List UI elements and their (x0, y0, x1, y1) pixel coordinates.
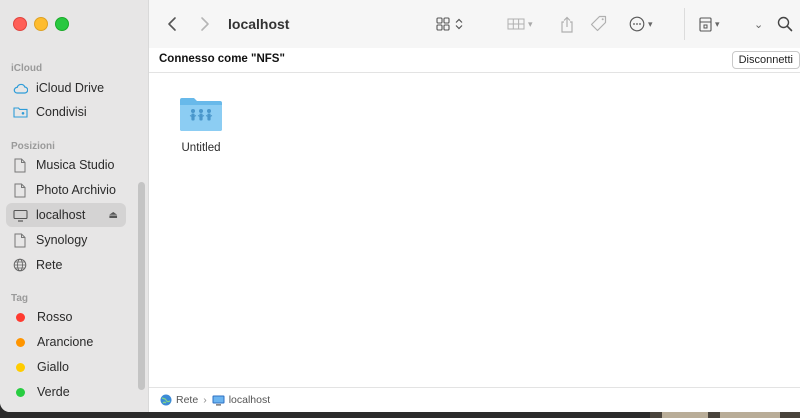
grid-view-icon (436, 17, 450, 31)
network-globe-icon (160, 394, 172, 406)
sidebar-section-tag: Tag (11, 293, 29, 304)
chevron-down-icon: ▾ (528, 18, 533, 29)
server-share-icon (699, 16, 712, 32)
tag-button[interactable] (590, 0, 608, 48)
forward-button[interactable] (200, 0, 210, 48)
window-title: localhost (228, 16, 290, 32)
search-icon (777, 16, 793, 32)
window-controls (13, 17, 69, 31)
sidebar-item-label: Rete (36, 258, 63, 272)
display-icon (12, 207, 28, 223)
sidebar-item-photo-archivio[interactable]: Photo Archivio (6, 178, 126, 202)
sidebar-item-icloud-drive[interactable]: iCloud Drive (6, 76, 126, 100)
shared-folder-icon (180, 98, 222, 131)
path-separator-icon: › (203, 394, 207, 406)
sidebar-item-synology[interactable]: Synology (6, 228, 126, 252)
sidebar-item-label: Photo Archivio (36, 183, 116, 197)
close-button[interactable] (13, 17, 27, 31)
cloud-icon (12, 80, 28, 96)
back-button[interactable] (167, 0, 177, 48)
sidebar-item-label: Verde (37, 385, 70, 399)
connection-bar: Connesso come "NFS" Disconnetti (149, 48, 800, 73)
share-icon (561, 16, 573, 33)
toolbar: localhost ▾ ▾ ▾ ⌄ (149, 0, 800, 49)
sidebar-tag-arancione[interactable]: Arancione (6, 330, 126, 354)
document-icon (12, 182, 28, 198)
sidebar-scrollbar[interactable] (138, 182, 145, 390)
chevron-updown-icon (455, 18, 463, 30)
tag-color-dot (16, 362, 25, 372)
connect-as-button[interactable]: ▾ (699, 0, 720, 48)
sidebar: iCloud iCloud Drive Condivisi Posizioni … (0, 0, 149, 412)
tag-color-dot (16, 387, 25, 397)
path-segment-localhost[interactable]: localhost (212, 394, 270, 406)
sidebar-section-posizioni: Posizioni (11, 141, 55, 152)
chevron-down-icon: ▾ (648, 18, 653, 29)
sidebar-item-localhost[interactable]: localhost ⏏ (6, 203, 126, 227)
file-browser: Untitled (149, 73, 800, 386)
toolbar-overflow-button[interactable]: ⌄ (751, 0, 763, 48)
shared-folder-icon (12, 104, 28, 120)
tag-color-dot (16, 312, 25, 322)
document-icon (12, 232, 28, 248)
minimize-button[interactable] (34, 17, 48, 31)
document-icon (12, 157, 28, 173)
tag-color-dot (16, 337, 25, 347)
sidebar-item-label: localhost (36, 208, 86, 222)
display-icon (212, 395, 225, 405)
ellipsis-circle-icon (629, 16, 645, 32)
sidebar-item-label: Arancione (37, 335, 94, 349)
sidebar-item-condivisi[interactable]: Condivisi (6, 100, 126, 124)
sidebar-item-label: Rosso (37, 310, 73, 324)
group-button[interactable]: ▾ (507, 0, 533, 48)
finder-window: iCloud iCloud Drive Condivisi Posizioni … (0, 0, 800, 412)
sidebar-item-label: Synology (36, 233, 88, 247)
tag-icon (590, 15, 607, 32)
chevron-right-icon (201, 17, 209, 31)
sidebar-item-rete[interactable]: Rete (6, 253, 126, 277)
path-bar: Rete › localhost (149, 387, 800, 412)
more-actions-button[interactable]: ▾ (629, 0, 653, 48)
eject-icon[interactable]: ⏏ (109, 210, 118, 221)
sidebar-tag-rosso[interactable]: Rosso (6, 305, 126, 329)
sidebar-item-label: Musica Studio (36, 158, 115, 172)
sidebar-item-label: Giallo (37, 360, 69, 374)
path-segment-rete[interactable]: Rete (160, 394, 198, 406)
sidebar-item-label: iCloud Drive (36, 81, 105, 95)
group-grid-icon (507, 18, 525, 30)
path-label: Rete (176, 394, 199, 406)
zoom-button[interactable] (55, 17, 69, 31)
chevron-down-icon: ⌄ (754, 18, 764, 31)
share-button[interactable] (560, 0, 574, 48)
connection-status: Connesso come "NFS" (159, 53, 285, 65)
folder-label: Untitled (181, 142, 221, 154)
sidebar-tag-giallo[interactable]: Giallo (6, 355, 126, 379)
search-button[interactable] (777, 0, 793, 48)
folder-item-untitled[interactable]: Untitled (171, 95, 231, 154)
sidebar-item-musica-studio[interactable]: Musica Studio (6, 153, 126, 177)
sidebar-tag-verde[interactable]: Verde (6, 380, 126, 404)
toolbar-divider (684, 8, 685, 40)
sidebar-section-icloud: iCloud (11, 63, 43, 74)
chevron-down-icon: ▾ (715, 18, 720, 29)
view-mode-button[interactable] (436, 0, 463, 48)
disconnect-button[interactable]: Disconnetti (731, 51, 800, 69)
chevron-left-icon (168, 17, 176, 31)
path-label: localhost (228, 394, 271, 406)
sidebar-item-label: Condivisi (36, 105, 87, 119)
globe-icon (12, 257, 28, 273)
